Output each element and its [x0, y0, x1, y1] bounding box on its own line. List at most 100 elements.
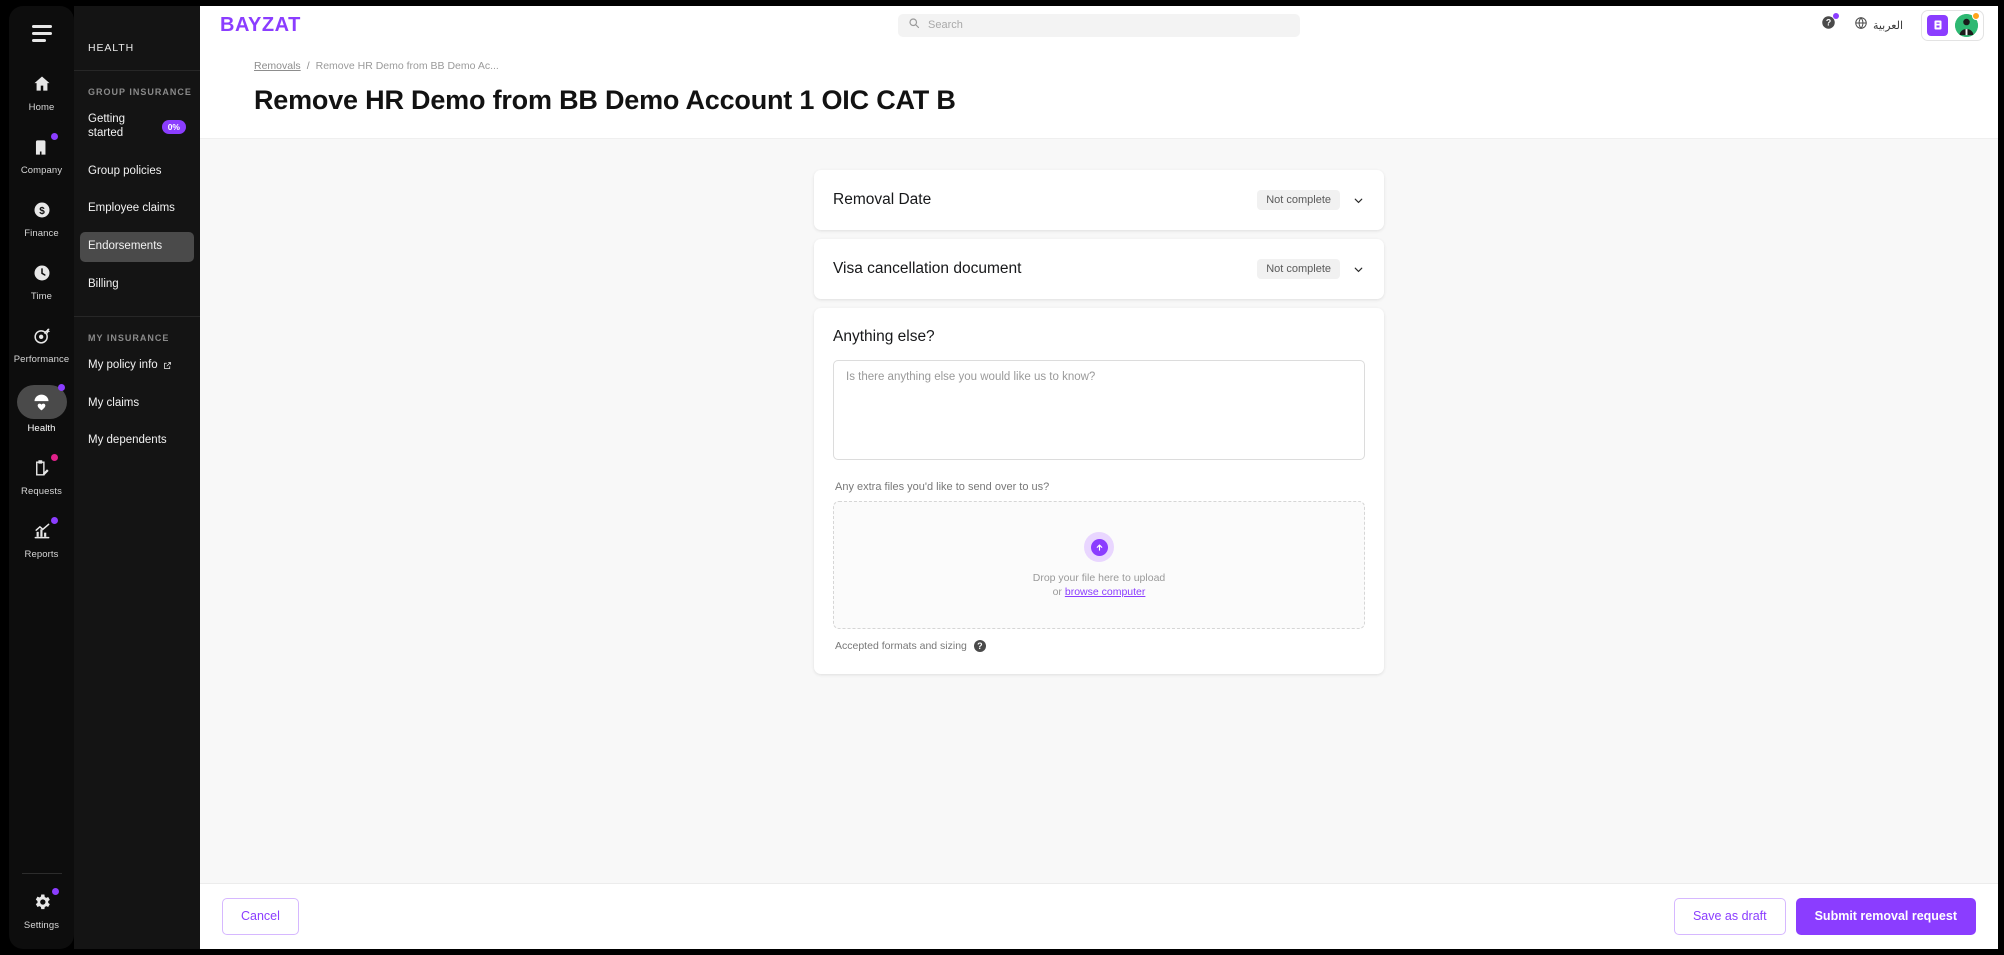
section-meta: Not complete — [1257, 259, 1365, 279]
sidebar-item-getting-started[interactable]: Getting started 0% — [80, 105, 194, 149]
status-badge: Not complete — [1257, 190, 1340, 210]
chevron-down-icon[interactable] — [1352, 263, 1365, 276]
sidebar-item-employee-claims[interactable]: Employee claims — [80, 194, 194, 224]
breadcrumb-separator: / — [307, 60, 310, 72]
language-label: العربية — [1873, 19, 1903, 32]
section-card-anything-else: Anything else? Any extra files you'd lik… — [814, 308, 1384, 674]
sidebar-item-label: My claims — [88, 397, 139, 411]
account-switcher[interactable] — [1921, 10, 1984, 41]
notification-dot — [58, 384, 65, 391]
avatar[interactable] — [1955, 14, 1978, 37]
browse-computer-link[interactable]: browse computer — [1065, 586, 1146, 598]
bar-chart-icon — [21, 517, 63, 545]
external-link-icon — [163, 361, 172, 370]
gear-icon — [21, 888, 63, 916]
sidebar-item-label: Employee claims — [88, 202, 175, 216]
main-region: BAYZAT ? — [200, 6, 1998, 949]
subnav-title: HEALTH — [74, 6, 200, 54]
sidebar-item-my-policy-info[interactable]: My policy info — [80, 351, 194, 381]
file-dropzone[interactable]: Drop your file here to upload or browse … — [833, 501, 1365, 629]
accepted-formats-label: Accepted formats and sizing — [835, 640, 967, 652]
save-as-draft-button[interactable]: Save as draft — [1674, 898, 1786, 935]
content-area: Removal Date Not complete Visa cancellat… — [200, 138, 1998, 893]
sidebar-item-label: Billing — [88, 278, 119, 292]
search-input[interactable] — [928, 19, 1290, 31]
svg-text:$: $ — [39, 206, 45, 217]
progress-badge: 0% — [162, 120, 186, 134]
primary-nav-rail: Home Company $ Finance Time — [9, 6, 74, 949]
rail-item-requests[interactable]: Requests — [14, 448, 70, 501]
notification-dot — [51, 517, 58, 524]
extra-files-label: Any extra files you'd like to send over … — [835, 481, 1365, 493]
sidebar-item-label: Getting started — [88, 113, 162, 141]
bayzat-logo[interactable]: BAYZAT — [220, 14, 301, 37]
notification-dot — [51, 454, 58, 461]
subnav-group-heading: GROUP INSURANCE — [74, 71, 200, 97]
rail-item-settings[interactable]: Settings — [14, 882, 70, 935]
sidebar-item-label: Group policies — [88, 165, 162, 179]
dropzone-secondary-text: or browse computer — [1053, 586, 1146, 598]
form-cards: Removal Date Not complete Visa cancellat… — [814, 170, 1384, 683]
rail-label: Health — [27, 423, 55, 434]
dollar-icon: $ — [21, 196, 63, 224]
question-mark-icon[interactable]: ? — [974, 640, 986, 652]
rail-item-reports[interactable]: Reports — [14, 511, 70, 564]
section-title: Anything else? — [833, 328, 1365, 346]
rail-item-company[interactable]: Company — [14, 127, 70, 180]
page-title: Remove HR Demo from BB Demo Account 1 OI… — [254, 85, 1944, 116]
notification-dot — [1833, 13, 1839, 19]
rail-item-finance[interactable]: $ Finance — [14, 190, 70, 243]
rail-label: Settings — [24, 920, 59, 931]
sidebar-item-my-claims[interactable]: My claims — [80, 389, 194, 419]
breadcrumb-current: Remove HR Demo from BB Demo Ac... — [316, 60, 499, 72]
upload-arrow-inner — [1091, 539, 1108, 556]
home-icon — [21, 70, 63, 98]
search-bar[interactable] — [898, 14, 1300, 37]
cancel-button[interactable]: Cancel — [222, 898, 299, 935]
rail-label: Performance — [14, 354, 69, 365]
section-card-visa-cancellation-document: Visa cancellation document Not complete — [814, 239, 1384, 299]
bayzat-document-icon — [1927, 15, 1948, 36]
upload-arrow-icon — [1084, 532, 1114, 562]
status-badge: Not complete — [1257, 259, 1340, 279]
sidebar-item-group-policies[interactable]: Group policies — [80, 157, 194, 187]
section-title: Removal Date — [833, 191, 931, 209]
rail-divider — [22, 873, 62, 874]
section-header[interactable]: Visa cancellation document Not complete — [814, 239, 1384, 299]
dropzone-primary-text: Drop your file here to upload — [1033, 572, 1166, 584]
rail-label: Requests — [21, 486, 62, 497]
section-card-removal-date: Removal Date Not complete — [814, 170, 1384, 230]
section-title: Visa cancellation document — [833, 260, 1021, 278]
accepted-formats: Accepted formats and sizing ? — [835, 640, 1365, 652]
anything-else-textarea[interactable] — [833, 360, 1365, 460]
sidebar-item-label: My dependents — [88, 434, 167, 448]
secondary-nav-panel: HEALTH GROUP INSURANCE Getting started 0… — [74, 6, 200, 949]
sidebar-item-endorsements[interactable]: Endorsements — [80, 232, 194, 262]
submit-removal-request-button[interactable]: Submit removal request — [1796, 898, 1976, 935]
top-bar: BAYZAT ? — [200, 6, 1998, 44]
subnav-group-heading: MY INSURANCE — [74, 317, 200, 343]
health-icon — [17, 385, 67, 419]
sidebar-item-label: Endorsements — [88, 240, 162, 254]
clipboard-icon — [21, 454, 63, 482]
language-switcher[interactable]: العربية — [1854, 16, 1903, 35]
page-header: Removals / Remove HR Demo from BB Demo A… — [200, 44, 1998, 138]
rail-label: Home — [29, 102, 55, 113]
rail-item-performance[interactable]: Performance — [14, 316, 70, 369]
anything-else-body: Anything else? Any extra files you'd lik… — [814, 308, 1384, 674]
target-icon — [21, 322, 63, 350]
rail-item-time[interactable]: Time — [14, 253, 70, 306]
rail-label: Time — [31, 291, 52, 302]
breadcrumb-link-removals[interactable]: Removals — [254, 60, 301, 72]
rail-item-health[interactable]: Health — [14, 379, 70, 438]
section-header[interactable]: Removal Date Not complete — [814, 170, 1384, 230]
clock-icon — [21, 259, 63, 287]
chevron-down-icon[interactable] — [1352, 194, 1365, 207]
dropzone-or: or — [1053, 586, 1062, 598]
sidebar-item-my-dependents[interactable]: My dependents — [80, 426, 194, 456]
help-button[interactable]: ? — [1821, 15, 1836, 35]
hamburger-icon[interactable] — [27, 16, 57, 50]
sidebar-item-billing[interactable]: Billing — [80, 270, 194, 300]
rail-item-home[interactable]: Home — [14, 64, 70, 117]
notification-dot — [51, 133, 58, 140]
